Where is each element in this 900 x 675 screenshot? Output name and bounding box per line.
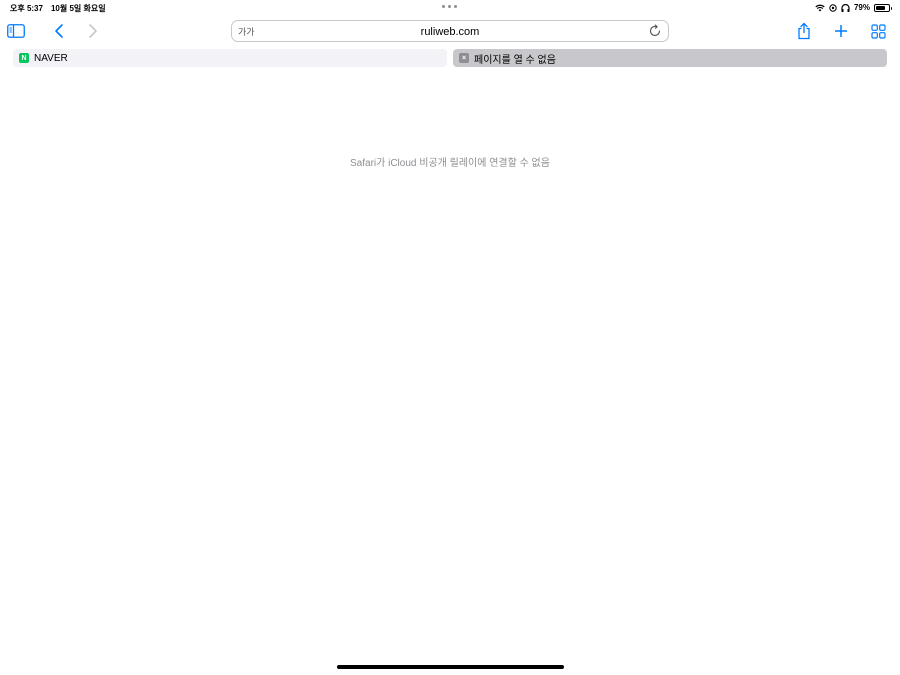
naver-favicon-icon: N	[19, 53, 29, 63]
tab-naver[interactable]: N NAVER	[13, 49, 447, 67]
share-icon	[798, 22, 810, 40]
headphones-icon	[841, 3, 850, 12]
error-message: Safari가 iCloud 비공개 릴레이에 연결할 수 없음	[350, 158, 550, 169]
tab-bar: N NAVER × 페이지를 열 수 없음	[13, 49, 887, 67]
wifi-icon	[815, 4, 825, 11]
sidebar-icon[interactable]	[5, 20, 27, 42]
plus-icon	[835, 25, 847, 37]
close-tab-icon[interactable]: ×	[459, 53, 469, 63]
multitasking-dots-icon[interactable]	[442, 5, 457, 8]
tabs-overview-button[interactable]	[867, 20, 889, 42]
grid-icon	[870, 23, 886, 39]
status-bar: 오후 5:37 10월 5일 화요일 79%	[0, 0, 900, 14]
chevron-left-icon	[55, 24, 63, 38]
address-bar[interactable]: 가가 ruliweb.com	[231, 20, 669, 42]
battery-icon	[874, 3, 892, 12]
reload-icon[interactable]	[648, 24, 662, 38]
status-time: 오후 5:37	[10, 4, 43, 13]
share-button[interactable]	[793, 20, 815, 42]
location-icon	[829, 3, 837, 12]
battery-percent: 79%	[853, 3, 870, 12]
new-tab-button[interactable]	[830, 20, 852, 42]
home-indicator[interactable]	[337, 665, 564, 669]
chevron-right-icon	[89, 24, 97, 38]
status-date: 10월 5일 화요일	[50, 4, 106, 13]
url-text[interactable]: ruliweb.com	[232, 26, 668, 38]
forward-button[interactable]	[82, 20, 104, 42]
tab-label: NAVER	[34, 52, 68, 64]
battery-level	[876, 5, 886, 10]
browser-toolbar: 가가 ruliweb.com	[0, 17, 900, 45]
tab-cannot-open-page[interactable]: × 페이지를 열 수 없음	[453, 49, 887, 67]
tab-label: 페이지를 열 수 없음	[474, 54, 556, 66]
back-button[interactable]	[48, 20, 70, 42]
